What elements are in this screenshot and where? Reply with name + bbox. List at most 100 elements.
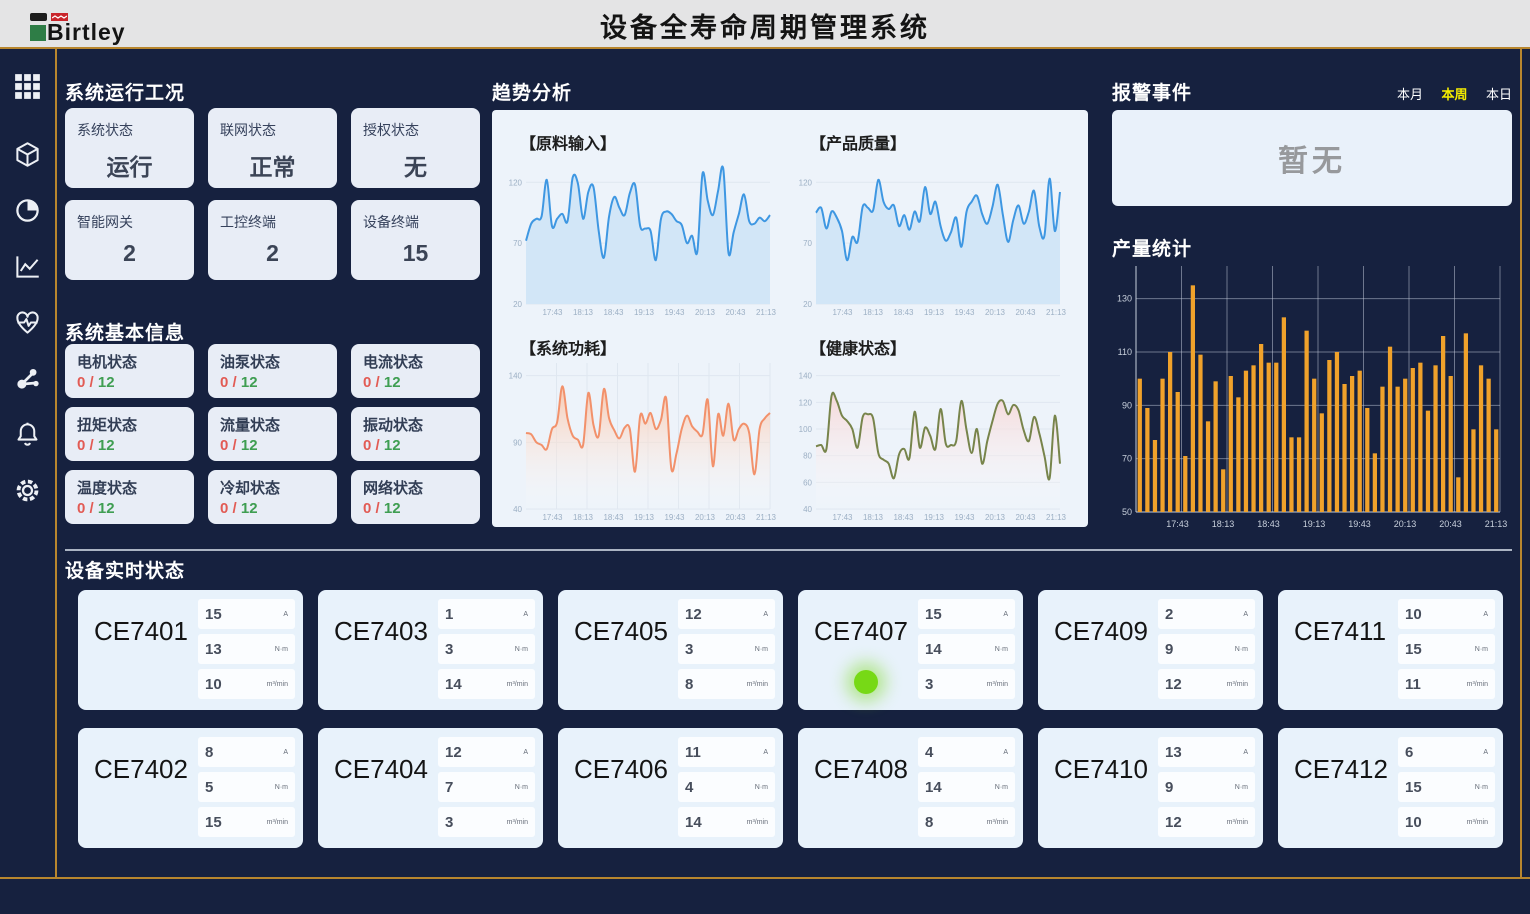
unit-label: m³/min	[1227, 681, 1248, 688]
flow-pill: 14m³/min	[678, 807, 775, 837]
device-card-ce7408[interactable]: CE7408 4A 14N·m 8m³/min	[798, 728, 1023, 848]
current-pill: 13A	[1158, 737, 1255, 767]
status-card-gateway: 智能网关 2	[65, 200, 194, 280]
alarm-count: 0 /	[77, 437, 94, 454]
power-chart: 409014017:4318:1318:4319:1319:4320:1320:…	[500, 361, 782, 525]
svg-text:130: 130	[1117, 294, 1132, 304]
info-card-current: 电流状态 0 / 12	[351, 344, 480, 398]
unit-label: A	[1483, 749, 1488, 756]
card-label: 授权状态	[363, 120, 468, 140]
pie-chart-icon[interactable]	[14, 197, 41, 224]
health-chart: 40608010012014017:4318:1318:4319:1319:43…	[790, 361, 1072, 525]
svg-text:19:43: 19:43	[664, 513, 685, 522]
grid-icon[interactable]	[14, 73, 41, 100]
svg-text:120: 120	[509, 178, 523, 187]
system-info-title: 系统基本信息	[65, 318, 185, 345]
health-icon[interactable]	[14, 309, 41, 336]
device-card-ce7409[interactable]: CE7409 2A 9N·m 12m³/min	[1038, 590, 1263, 710]
svg-text:90: 90	[1122, 400, 1132, 410]
current-pill: 10A	[1398, 599, 1495, 629]
svg-text:21:13: 21:13	[756, 513, 777, 522]
alarm-count: 0 /	[220, 437, 237, 454]
unit-label: N·m	[755, 784, 768, 791]
device-card-ce7405[interactable]: CE7405 12A 3N·m 8m³/min	[558, 590, 783, 710]
system-status-grid: 系统状态 运行 联网状态 正常 授权状态 无 智能网关 2 工控终端 2 设备终…	[65, 108, 480, 280]
torque-pill: 7N·m	[438, 772, 535, 802]
line-chart-icon[interactable]	[14, 253, 41, 280]
unit-label: m³/min	[1467, 681, 1488, 688]
torque-pill: 13N·m	[198, 634, 295, 664]
device-card-ce7412[interactable]: CE7412 6A 15N·m 10m³/min	[1278, 728, 1503, 848]
bell-icon[interactable]	[14, 421, 41, 448]
info-card-flow: 流量状态 0 / 12	[208, 407, 337, 461]
device-name: CE7407	[814, 616, 908, 647]
status-card-license: 授权状态 无	[351, 108, 480, 188]
info-card-temperature: 温度状态 0 / 12	[65, 470, 194, 524]
info-card-oil-pump: 油泵状态 0 / 12	[208, 344, 337, 398]
settings-icon[interactable]	[14, 477, 41, 504]
page-title: 设备全寿命周期管理系统	[0, 6, 1530, 45]
flow-pill: 14m³/min	[438, 669, 535, 699]
current-pill: 15A	[198, 599, 295, 629]
frame-line-sidebar	[55, 49, 57, 877]
unit-label: N·m	[1475, 784, 1488, 791]
alarm-count: 0 /	[363, 374, 380, 391]
card-label: 冷却状态	[220, 477, 325, 498]
alarm-count: 0 /	[363, 437, 380, 454]
device-card-ce7406[interactable]: CE7406 11A 4N·m 14m³/min	[558, 728, 783, 848]
svg-text:80: 80	[803, 452, 812, 461]
molecule-icon[interactable]	[14, 365, 41, 392]
torque-pill: 5N·m	[198, 772, 295, 802]
device-card-ce7402[interactable]: CE7402 8A 5N·m 15m³/min	[78, 728, 303, 848]
tab-today[interactable]: 本日	[1486, 87, 1512, 102]
torque-pill: 9N·m	[1158, 634, 1255, 664]
unit-label: m³/min	[267, 681, 288, 688]
frame-line-right	[1520, 49, 1522, 877]
flow-pill: 12m³/min	[1158, 807, 1255, 837]
device-card-ce7401[interactable]: CE7401 15A 13N·m 10m³/min	[78, 590, 303, 710]
chart-title: 【健康状态】	[810, 335, 1080, 359]
tab-this-week[interactable]: 本周	[1442, 87, 1468, 102]
total-count: 12	[241, 500, 258, 517]
cube-icon[interactable]	[14, 141, 41, 168]
unit-label: N·m	[515, 646, 528, 653]
card-label: 智能网关	[77, 212, 182, 232]
trend-title: 趋势分析	[492, 78, 572, 105]
device-card-ce7403[interactable]: CE7403 1A 3N·m 14m³/min	[318, 590, 543, 710]
device-card-ce7410[interactable]: CE7410 13A 9N·m 12m³/min	[1038, 728, 1263, 848]
tab-this-month[interactable]: 本月	[1397, 87, 1423, 102]
current-pill: 8A	[198, 737, 295, 767]
flow-pill: 10m³/min	[1398, 807, 1495, 837]
svg-text:18:13: 18:13	[1212, 519, 1235, 529]
card-label: 温度状态	[77, 477, 182, 498]
device-name: CE7402	[94, 754, 188, 785]
total-count: 12	[98, 500, 115, 517]
chart-title: 【原料输入】	[520, 130, 790, 154]
production-title: 产量统计	[1112, 234, 1192, 261]
alarm-count: 0 /	[77, 374, 94, 391]
system-info-grid: 电机状态 0 / 12 油泵状态 0 / 12 电流状态 0 / 12 扭矩状态…	[65, 344, 480, 524]
svg-text:18:43: 18:43	[893, 308, 914, 317]
card-label: 系统状态	[77, 120, 182, 140]
frame-line-top	[0, 47, 1530, 49]
unit-label: m³/min	[507, 819, 528, 826]
status-card-system: 系统状态 运行	[65, 108, 194, 188]
card-value: 正常	[220, 148, 325, 182]
flow-pill: 8m³/min	[918, 807, 1015, 837]
unit-label: A	[1003, 749, 1008, 756]
device-card-ce7404[interactable]: CE7404 12A 7N·m 3m³/min	[318, 728, 543, 848]
device-card-ce7407[interactable]: CE7407 15A 14N·m 3m³/min	[798, 590, 1023, 710]
device-card-ce7411[interactable]: CE7411 10A 15N·m 11m³/min	[1278, 590, 1503, 710]
card-value: 2	[77, 240, 182, 267]
svg-text:19:43: 19:43	[954, 308, 975, 317]
unit-label: A	[1243, 749, 1248, 756]
current-pill: 11A	[678, 737, 775, 767]
device-name: CE7401	[94, 616, 188, 647]
unit-label: N·m	[275, 646, 288, 653]
svg-text:20:13: 20:13	[695, 513, 716, 522]
alarm-count: 0 /	[77, 500, 94, 517]
svg-text:50: 50	[1122, 507, 1132, 517]
svg-text:40: 40	[513, 505, 522, 514]
current-pill: 4A	[918, 737, 1015, 767]
svg-text:60: 60	[803, 478, 812, 487]
